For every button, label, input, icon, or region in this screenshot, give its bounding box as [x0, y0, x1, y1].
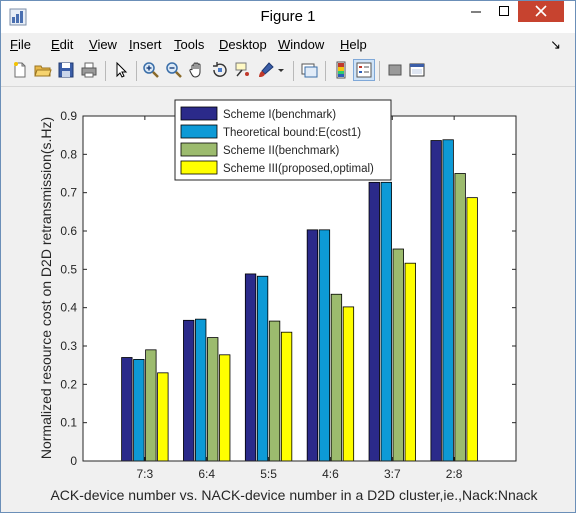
toolbar-separator: [293, 61, 294, 81]
minimize-button[interactable]: [462, 1, 490, 22]
bar-2[interactable]: [133, 359, 145, 462]
legend-label: Theoretical bound:E(cost1): [223, 127, 361, 139]
bar-2[interactable]: [195, 318, 207, 462]
bar-3[interactable]: [330, 293, 343, 462]
bar-2[interactable]: [318, 229, 331, 462]
x-tick-label: 2:8: [446, 467, 463, 481]
zoom-out-icon[interactable]: [164, 60, 184, 80]
new-figure-icon[interactable]: [10, 60, 30, 80]
bar-1[interactable]: [368, 181, 380, 462]
legend-swatch: [180, 106, 218, 121]
y-tick-label: 0.1: [60, 416, 77, 430]
legend-swatch: [180, 160, 218, 175]
bar-1[interactable]: [430, 140, 442, 462]
maximize-button[interactable]: [490, 1, 518, 22]
x-tick-label: 3:7: [384, 467, 401, 481]
bar-4[interactable]: [157, 372, 169, 462]
pan-icon[interactable]: [187, 60, 207, 80]
brush-dropdown-icon[interactable]: [276, 60, 286, 80]
toolbar-separator: [325, 61, 326, 81]
y-tick-label: 0.8: [60, 147, 77, 161]
menu-edit[interactable]: Edit: [51, 37, 73, 52]
legend-swatch: [180, 124, 218, 139]
figure-toolbar: [1, 56, 575, 87]
y-tick-label: 0.9: [60, 109, 77, 123]
x-tick-label: 4:6: [322, 467, 339, 481]
bar-1[interactable]: [244, 273, 257, 462]
link-icon[interactable]: [299, 60, 319, 80]
legend-label: Scheme II(benchmark): [223, 145, 339, 157]
close-button[interactable]: [518, 1, 564, 22]
y-axis-label: Normalized resource cost on D2D retransm…: [38, 117, 54, 459]
data-cursor-icon[interactable]: [233, 60, 253, 80]
y-tick-label: 0.6: [60, 224, 77, 238]
print-icon[interactable]: [79, 60, 99, 80]
open-file-icon[interactable]: [33, 60, 53, 80]
legend-label: Scheme III(proposed,optimal): [223, 163, 374, 175]
menu-help[interactable]: Help: [340, 37, 367, 52]
chart: 0 0.1 0.2 0.3 0.4 0.5 0.6 0.7 0.8 0.9 7:3 6:4 5:5 4:…: [7, 88, 569, 508]
x-tick-label: 6:4: [198, 467, 215, 481]
bar-1[interactable]: [306, 229, 319, 462]
figure-window: Figure 1 File Edit View Insert Tools Des…: [0, 0, 576, 513]
x-tick-label: 5:5: [260, 467, 277, 481]
show-tools-icon[interactable]: [407, 60, 427, 80]
bar-4[interactable]: [404, 262, 416, 462]
save-icon[interactable]: [56, 60, 76, 80]
bar-3[interactable]: [392, 248, 404, 462]
bar-4[interactable]: [219, 354, 231, 462]
toolbar-separator: [105, 61, 106, 81]
y-tick-label: 0.4: [60, 301, 77, 315]
figure-canvas[interactable]: 0 0.1 0.2 0.3 0.4 0.5 0.6 0.7 0.8 0.9 7:3 6:4 5:5 4:…: [7, 88, 569, 508]
bar-1[interactable]: [183, 319, 195, 462]
x-axis-label: ACK-device number vs. NACK-device number…: [50, 487, 538, 503]
menu-tools[interactable]: Tools: [174, 37, 204, 52]
bar-2[interactable]: [256, 275, 269, 462]
colorbar-icon[interactable]: [331, 60, 351, 80]
y-tick-label: 0.7: [60, 186, 77, 200]
menu-view[interactable]: View: [89, 37, 117, 52]
legend-label: Scheme I(benchmark): [223, 109, 336, 121]
toolbar-separator: [379, 61, 380, 81]
legend-swatch: [180, 142, 218, 157]
bar-2[interactable]: [442, 139, 454, 462]
menu-file[interactable]: File: [10, 37, 31, 52]
menu-desktop[interactable]: Desktop: [219, 37, 267, 52]
bar-3[interactable]: [268, 320, 281, 462]
bar-1[interactable]: [121, 357, 133, 462]
bar-3[interactable]: [207, 337, 219, 462]
y-tick-label: 0.3: [60, 339, 77, 353]
legend-icon[interactable]: [353, 59, 375, 81]
y-tick-label: 0: [70, 454, 77, 468]
bar-4[interactable]: [280, 331, 293, 462]
legend[interactable]: Scheme I(benchmark) Theoretical bound:E(c…: [174, 99, 392, 181]
bar-3[interactable]: [145, 349, 157, 462]
menu-insert[interactable]: Insert: [129, 37, 162, 52]
title-bar[interactable]: Figure 1: [1, 1, 575, 33]
toolbar-separator: [136, 61, 137, 81]
menu-window[interactable]: Window: [278, 37, 324, 52]
bar-4[interactable]: [342, 306, 355, 462]
undock-icon[interactable]: ↘: [550, 37, 561, 53]
bar-3[interactable]: [454, 173, 466, 462]
bar-2[interactable]: [380, 181, 392, 462]
brush-icon[interactable]: [256, 60, 276, 80]
pointer-icon[interactable]: [111, 60, 131, 80]
hide-tools-icon[interactable]: [385, 60, 405, 80]
x-tick-label: 7:3: [137, 467, 154, 481]
y-tick-label: 0.2: [60, 377, 77, 391]
zoom-in-icon[interactable]: [141, 60, 161, 80]
menu-bar: File Edit View Insert Tools Desktop Wind…: [1, 33, 575, 55]
y-tick-label: 0.5: [60, 262, 77, 276]
bar-4[interactable]: [466, 197, 478, 462]
rotate-icon[interactable]: [210, 60, 230, 80]
